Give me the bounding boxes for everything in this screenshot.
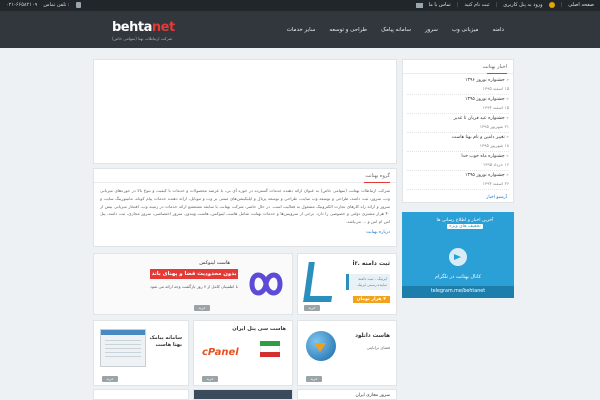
nav-item-server[interactable]: سرور [425,27,438,33]
irnic-box: ایرنیک - ثبت دامنه نماینده رسمی ایرنیک [346,274,390,290]
site-header: behtanet شرکت ارتباطات بهتا (سهامی خاص) … [0,11,600,48]
nav-item-hosting[interactable]: میزبانی وب [452,27,479,33]
news-item[interactable]: تغییر دامین و نام بهتا هاست۱۸ شهریور ۱۳۹… [407,133,509,152]
cpanel-logo: cPanel [202,347,239,358]
sms-buy-button[interactable]: خرید [102,376,118,382]
domain-icon [303,262,337,302]
cpanel-title: هاست سی پنل ایران [232,326,286,332]
separator: | [495,2,498,8]
about-more-link[interactable]: درباره بهتانت [94,230,396,235]
news-item[interactable]: جشنواره نوروز ۱۳۹۵۱۵ اسفند ۱۳۹۴ [407,95,509,114]
top-bar-links: صفحه اصلی | ورود به پنل کاربری | ثبت نام… [415,2,594,8]
separator: | [456,2,459,8]
domain-title: ثبت دامنه .ir [352,260,390,267]
about-panel: گروه بهتانت شرکت ارتباطات بهتانت (سهامی … [93,168,397,247]
iran-flag-icon [260,341,280,357]
linux-hosting-banner: بدون محدودیت فضا و پهنای باند [150,269,238,279]
telegram-banner[interactable]: آخرین اخبار و اطلاع رسانی ها تخفیف های و… [402,212,514,298]
login-link[interactable]: ورود به پنل کاربری [503,2,542,8]
user-icon [548,2,555,8]
contact-link[interactable]: تماس با ما [429,2,451,8]
linux-hosting-title: هاست لینوکس [199,260,230,266]
download-subtitle: فضای ترابایتی [366,345,390,350]
about-heading: گروه بهتانت [94,169,396,183]
sms-panel-card[interactable]: سامانه پیامک بهتا هاست خرید [93,320,189,386]
download-arrow-icon [314,343,326,352]
linux-hosting-note: با اطمینان کامل از ۷ روز بازگشت وجه ارائ… [150,284,238,289]
sms-title: سامانه پیامک بهتا هاست [149,335,182,348]
download-title: هاست دانلود [355,333,390,339]
nav-item-design[interactable]: طراحی و توسعه [329,27,367,33]
sms-screenshot [100,329,146,367]
news-item[interactable]: جشنواره نوروز ۱۳۹۵۲۶ اسفند ۱۳۹۴ [407,171,509,190]
linux-hosting-card[interactable]: هاست لینوکس بدون محدودیت فضا و پهنای بان… [93,253,293,315]
download-buy-button[interactable]: خرید [306,376,322,382]
home-link[interactable]: صفحه اصلی [568,2,594,8]
brand-name: behtanet [112,20,175,35]
logo[interactable]: behtanet شرکت ارتباطات بهتا (سهامی خاص) [112,20,175,41]
news-item[interactable]: جشنواره نوروز ۱۳۹۶۱۵ اسفند ۱۳۹۵ [407,76,509,95]
news-panel: اخبار بهتانت جشنواره نوروز ۱۳۹۶۱۵ اسفند … [402,59,514,203]
main-slider[interactable] [93,59,397,164]
news-item[interactable]: جشنواره ماه خوب خدا۱۶ خرداد ۱۳۹۵ [407,152,509,171]
domain-buy-button[interactable]: خرید [304,305,320,311]
telegram-headline: آخرین اخبار و اطلاع رسانی ها تخفیف های و… [436,218,494,229]
cpanel-buy-button[interactable]: خرید [202,376,218,382]
infinity-icon [249,272,283,296]
product-card[interactable] [93,389,189,400]
domain-card[interactable]: ثبت دامنه .ir ایرنیک - ثبت دامنه نماینده… [297,253,397,315]
telegram-channel-label: کانال بهتانت در تلگرام [435,274,481,280]
news-list: جشنواره نوروز ۱۳۹۶۱۵ اسفند ۱۳۹۵ جشنواره … [403,74,513,192]
download-hosting-card[interactable]: هاست دانلود فضای ترابایتی خرید [297,320,397,386]
main-nav: دامنه میزبانی وب سرور سامانه پیامک طراحی… [287,11,504,48]
product-card-title: سرور مجازی ایران [355,393,390,398]
nav-item-other[interactable]: سایر خدمات [287,27,316,33]
top-bar: صفحه اصلی | ورود به پنل کاربری | ثبت نام… [0,0,600,11]
product-card[interactable]: سرور مجازی ایران [297,389,397,400]
mail-icon [415,2,423,8]
phone-info: ۰۲۱-۶۶۵۸۲۱۰۹ تلفن تماس : [6,2,81,8]
register-link[interactable]: ثبت نام کنید [464,2,489,8]
news-item[interactable]: جشنواره عید قربان تا غدیر۲۱ شهریور ۱۳۹۵ [407,114,509,133]
nav-item-sms[interactable]: سامانه پیامک [381,27,411,33]
nav-item-domain[interactable]: دامنه [492,27,504,33]
telegram-icon [449,248,467,266]
product-card[interactable] [193,389,293,400]
news-archive-link[interactable]: آرشیو اخبار [403,192,513,203]
news-heading: اخبار بهتانت [403,60,513,74]
phone-label: تلفن تماس : [43,2,70,8]
phone-icon [75,2,81,8]
about-text: شرکت ارتباطات بهتانت (سهامی خاص) به عنوا… [100,188,390,225]
brand-tagline: شرکت ارتباطات بهتا (سهامی خاص) [112,36,173,41]
phone-number: ۰۲۱-۶۶۵۸۲۱۰۹ [6,2,38,8]
linux-hosting-buy-button[interactable]: خرید [194,305,210,311]
telegram-url[interactable]: telegram.me/behtanet [402,286,514,298]
domain-price: ۴ هزار تومان [352,296,390,303]
separator: | [560,2,563,8]
cpanel-hosting-card[interactable]: هاست سی پنل ایران cPanel خرید [193,320,293,386]
